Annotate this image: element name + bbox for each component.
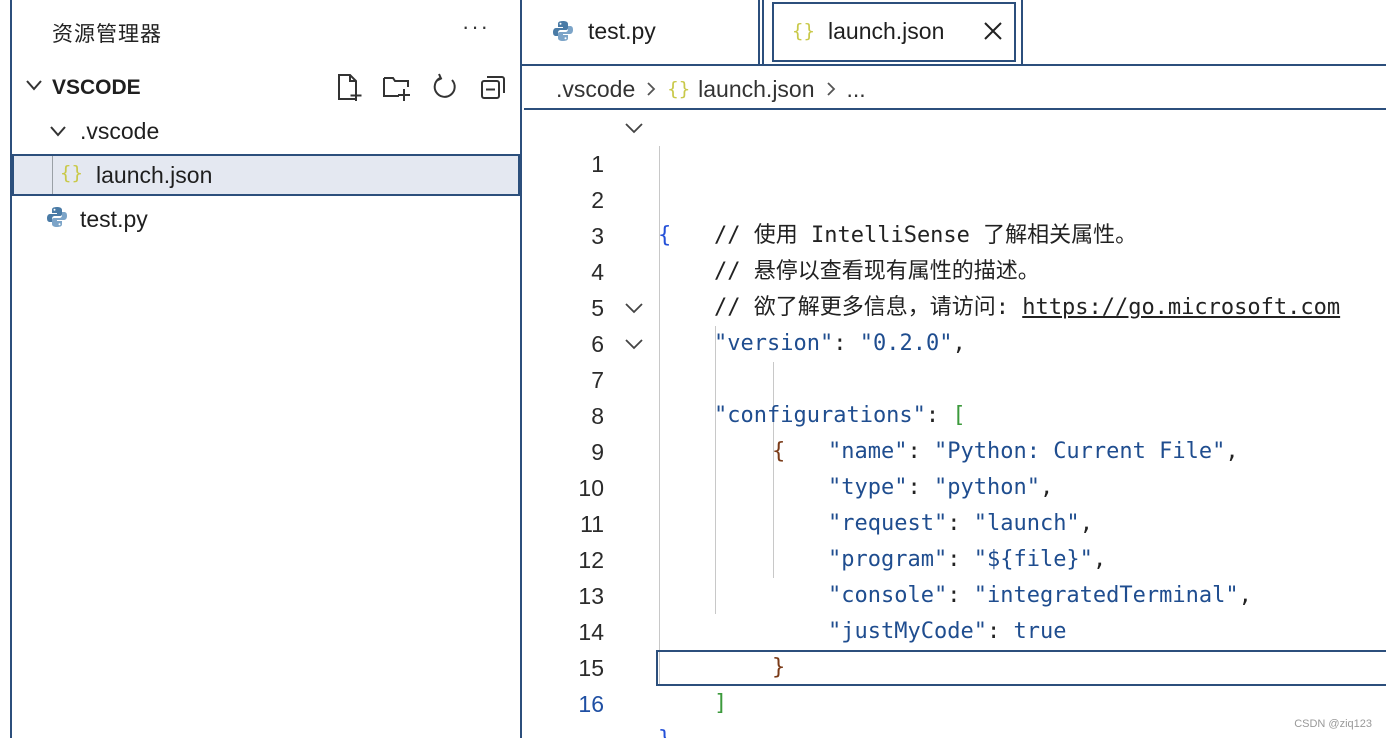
breadcrumb-item-launch-json[interactable]: launch.json bbox=[698, 76, 814, 103]
code-line: 14 } bbox=[524, 578, 1386, 680]
breadcrumb: .vscode {} launch.json ... bbox=[556, 72, 866, 106]
fold-chevron-icon[interactable] bbox=[624, 119, 644, 137]
code-editor[interactable]: 1 { 2 // 使用 IntelliSense 了解相关属性。 3 // 悬停… bbox=[524, 110, 1386, 738]
code-line: 9 "type": "python", bbox=[524, 398, 1386, 500]
chevron-down-icon bbox=[50, 126, 66, 137]
breadcrumb-item-more[interactable]: ... bbox=[847, 76, 866, 103]
fold-chevron-icon[interactable] bbox=[624, 335, 644, 353]
code-line: 15 ] bbox=[524, 614, 1386, 716]
code-line: 12 "console": "integratedTerminal", bbox=[524, 506, 1386, 608]
section-actions bbox=[334, 72, 508, 102]
json-file-icon: {} bbox=[792, 20, 815, 42]
chevron-down-icon bbox=[26, 80, 42, 91]
fold-chevron-icon[interactable] bbox=[624, 299, 644, 317]
code-line: 4 // 欲了解更多信息，请访问: https://go.microsoft.c… bbox=[524, 218, 1386, 320]
python-file-icon bbox=[47, 207, 67, 227]
tab-launch-json[interactable]: {} launch.json bbox=[772, 2, 1016, 62]
collapse-all-icon[interactable] bbox=[478, 72, 508, 102]
more-actions-button[interactable]: ··· bbox=[462, 14, 490, 40]
watermark: CSDN @ziq123 bbox=[1294, 718, 1372, 730]
code-line: 8 "name": "Python: Current File", bbox=[524, 362, 1386, 464]
line-number: 16 bbox=[578, 691, 604, 717]
code-text: ] bbox=[714, 691, 728, 716]
section-header-vscode[interactable]: VSCODE bbox=[12, 66, 520, 108]
folder-label: .vscode bbox=[80, 118, 160, 144]
tab-divider bbox=[762, 0, 764, 64]
tab-label: test.py bbox=[588, 18, 656, 44]
close-icon[interactable] bbox=[982, 20, 1004, 42]
indent-guide bbox=[52, 156, 53, 194]
file-label: test.py bbox=[80, 206, 148, 232]
code-line: 1 { bbox=[524, 110, 1386, 248]
code-text: } bbox=[658, 722, 671, 738]
code-line: 13 "justMyCode": true bbox=[524, 542, 1386, 644]
section-label: VSCODE bbox=[52, 76, 141, 99]
json-file-icon: {} bbox=[667, 78, 691, 100]
refresh-icon[interactable] bbox=[430, 72, 460, 102]
file-label: launch.json bbox=[96, 162, 213, 188]
code-line: 5 "version": "0.2.0", bbox=[524, 254, 1386, 356]
code-line: 3 // 悬停以查看现有属性的描述。 bbox=[524, 182, 1386, 284]
chevron-right-icon bbox=[826, 82, 835, 96]
explorer-title: 资源管理器 bbox=[52, 22, 162, 46]
tree-folder-vscode[interactable]: .vscode bbox=[12, 110, 520, 152]
code-line: 6 "configurations": [ bbox=[524, 290, 1386, 428]
tree-file-launch-json[interactable]: {} launch.json bbox=[12, 154, 520, 196]
code-line: 11 "program": "${file}", bbox=[524, 470, 1386, 572]
breadcrumb-item-vscode[interactable]: .vscode bbox=[556, 76, 635, 103]
new-file-icon[interactable] bbox=[334, 72, 364, 102]
tab-test-py[interactable]: test.py bbox=[522, 0, 760, 64]
tab-divider bbox=[1021, 0, 1023, 64]
tab-label: launch.json bbox=[828, 18, 945, 44]
tab-bar: test.py {} launch.json bbox=[522, 0, 1386, 66]
chevron-right-icon bbox=[647, 82, 656, 96]
json-file-icon: {} bbox=[60, 162, 83, 184]
active-line-highlight bbox=[656, 650, 1386, 686]
new-folder-icon[interactable] bbox=[382, 72, 412, 102]
code-line: 10 "request": "launch", bbox=[524, 434, 1386, 536]
tree-file-test-py[interactable]: test.py bbox=[12, 198, 520, 240]
code-line: 7 { bbox=[524, 326, 1386, 464]
explorer-sidebar: 资源管理器 ··· VSCODE .vscode {} launch.json … bbox=[10, 0, 522, 738]
python-file-icon bbox=[553, 21, 573, 41]
code-line: 2 // 使用 IntelliSense 了解相关属性。 bbox=[524, 146, 1386, 248]
